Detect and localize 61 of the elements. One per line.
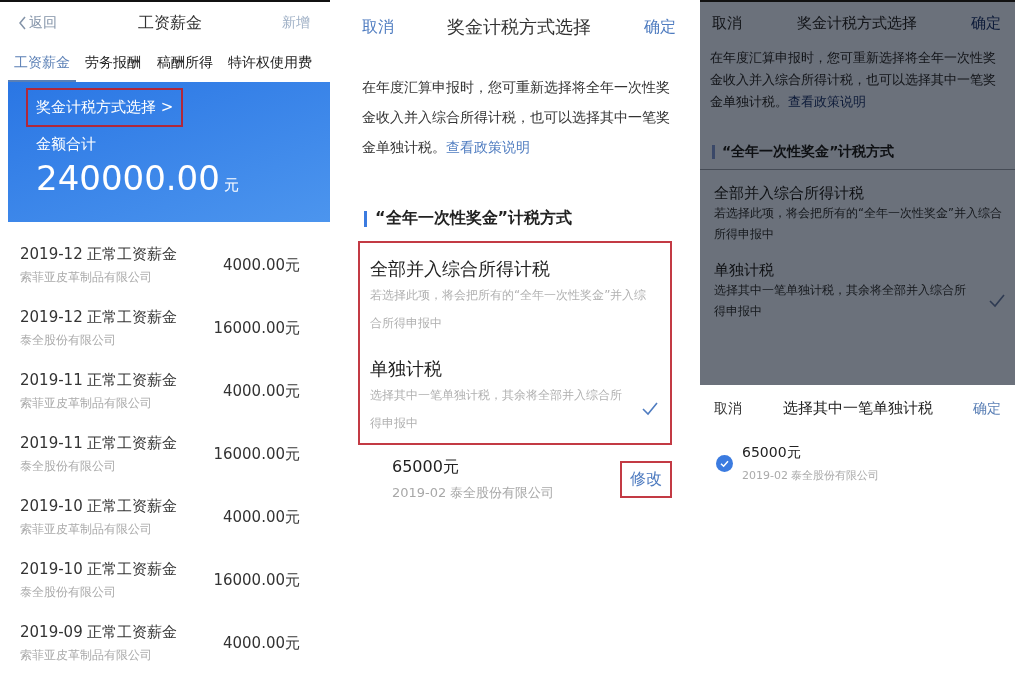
option-description: 选择其中一笔单独计税，其余将全部并入综合所得申报中 (370, 387, 623, 432)
record-title: 2019-12 正常工资薪金 (20, 245, 178, 264)
back-link[interactable]: 返回 (18, 14, 57, 32)
section-title: “全年一次性奖金”计税方式 (375, 208, 573, 229)
intro-paragraph: 在年度汇算申报时，您可重新选择将全年一次性奖金收入并入综合所得计税，也可以选择其中一笔奖金单独计税。查看政策说明 (362, 78, 671, 157)
total-label: 金额合计 (36, 135, 97, 154)
confirm-button[interactable]: 确定 (644, 16, 676, 38)
company-name: 索菲亚皮革制品有限公司 (20, 395, 153, 412)
record-title: 2019-12 正常工资薪金 (20, 308, 178, 327)
bonus-amount: 65000元 (392, 457, 460, 478)
section-marker (364, 210, 367, 227)
record-title: 2019-10 正常工资薪金 (20, 497, 178, 516)
section-title: “全年一次性奖金”计税方式 (722, 143, 895, 161)
screen-title: 工资薪金 (137, 12, 202, 34)
cancel-button[interactable]: 取消 (362, 16, 394, 38)
company-name: 索菲亚皮革制品有限公司 (20, 647, 153, 664)
confirm-button[interactable]: 确定 (973, 399, 1001, 418)
tab[interactable]: 劳务报酬 (79, 50, 148, 82)
chevron-left-icon (18, 16, 27, 30)
screen-title: 奖金计税方式选择 (447, 15, 591, 39)
record-amount: 4000.00元 (222, 508, 300, 527)
company-name: 索菲亚皮革制品有限公司 (20, 269, 153, 286)
company-name: 索菲亚皮革制品有限公司 (20, 521, 153, 538)
record-amount: 16000.00元 (213, 445, 300, 464)
bonus-detail: 2019-02 泰全股份有限公司 (392, 484, 555, 502)
record-amount: 16000.00元 (213, 319, 300, 338)
screen-title: 奖金计税方式选择 (796, 14, 917, 33)
record-amount: 4000.00元 (222, 382, 300, 401)
option-description: 若选择此项，将会把所有的“全年一次性奖金”并入综合所得申报中 (714, 205, 1003, 243)
option-description: 选择其中一笔单独计税，其余将全部并入综合所得申报中 (714, 282, 967, 320)
policy-link[interactable]: 查看政策说明 (788, 94, 866, 109)
record-amount: 4000.00元 (222, 634, 300, 653)
currency-unit: 元 (223, 176, 239, 195)
option-title[interactable]: 全部并入综合所得计税 (714, 184, 1005, 203)
company-name: 泰全股份有限公司 (20, 332, 117, 349)
record-title: 2019-10 正常工资薪金 (20, 560, 178, 579)
record-amount: 4000.00元 (222, 256, 300, 275)
record-amount: 16000.00元 (213, 571, 300, 590)
tab[interactable]: 特许权使用费 (222, 50, 318, 82)
section-marker (712, 145, 715, 159)
record-title: 2019-11 正常工资薪金 (20, 371, 178, 390)
total-amount: 240000.00 (36, 158, 220, 198)
company-name: 泰全股份有限公司 (20, 458, 117, 475)
option-title[interactable]: 单独计税 (370, 357, 658, 381)
tax-method-link[interactable]: 奖金计税方式选择 > (26, 88, 184, 127)
option-title[interactable]: 全部并入综合所得计税 (370, 257, 658, 281)
cancel-button[interactable]: 取消 (712, 14, 742, 33)
modify-button[interactable]: 修改 (620, 461, 672, 498)
bonus-detail: 2019-02 泰全股份有限公司 (742, 468, 880, 483)
sheet-title: 选择其中一笔单独计税 (782, 399, 933, 418)
bonus-amount: 65000元 (742, 444, 802, 462)
company-name: 泰全股份有限公司 (20, 584, 117, 601)
cancel-button[interactable]: 取消 (714, 399, 742, 418)
policy-link[interactable]: 查看政策说明 (446, 139, 530, 155)
add-button[interactable]: 新增 (282, 14, 310, 32)
record-title: 2019-09 正常工资薪金 (20, 623, 178, 642)
record-title: 2019-11 正常工资薪金 (20, 434, 178, 453)
option-description: 若选择此项，将会把所有的“全年一次性奖金”并入综合所得申报中 (370, 287, 648, 332)
tab[interactable]: 稿酬所得 (150, 50, 219, 82)
confirm-button[interactable]: 确定 (971, 14, 1001, 33)
option-title[interactable]: 单独计税 (714, 261, 1005, 280)
